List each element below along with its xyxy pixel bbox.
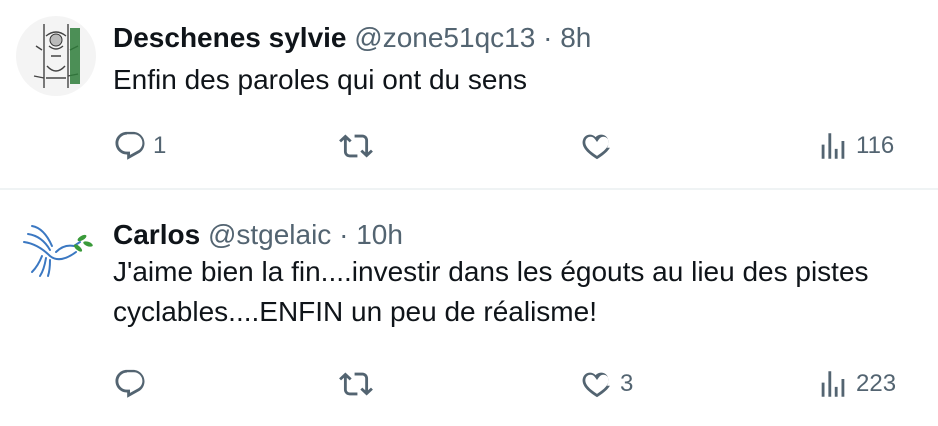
views-button[interactable]: 116 bbox=[816, 126, 894, 166]
tweet-time[interactable]: 10h bbox=[356, 219, 403, 250]
tweet-1[interactable]: Deschenes sylvie @zone51qc13 · 8h Enfin … bbox=[0, 0, 938, 188]
retweet-button[interactable] bbox=[339, 364, 379, 404]
like-icon bbox=[582, 134, 610, 160]
like-icon bbox=[582, 372, 610, 398]
avatar-carlos[interactable] bbox=[16, 208, 96, 288]
reply-icon bbox=[115, 131, 145, 160]
view-count: 223 bbox=[856, 370, 897, 397]
tweet-actions: 1 116 bbox=[113, 126, 913, 166]
reply-button[interactable] bbox=[113, 364, 153, 404]
views-button[interactable]: 223 bbox=[816, 364, 896, 404]
dove-icon bbox=[16, 208, 96, 288]
tweet-time[interactable]: 8h bbox=[560, 22, 591, 53]
view-count: 116 bbox=[856, 132, 895, 159]
tweet-text: J'aime bien la fin....investir dans les … bbox=[113, 256, 869, 327]
separator-dot: · bbox=[543, 22, 553, 53]
separator-dot: · bbox=[339, 219, 349, 250]
views-icon bbox=[821, 133, 845, 159]
avatar-deschenes[interactable] bbox=[16, 16, 96, 96]
tweet-2[interactable]: Carlos @stgelaic · 10h J'aime bien la fi… bbox=[0, 190, 938, 426]
retweet-icon bbox=[339, 134, 373, 158]
tweet-actions: 3 223 bbox=[113, 364, 913, 404]
author-handle[interactable]: @stgelaic bbox=[208, 219, 331, 250]
like-button[interactable] bbox=[580, 126, 620, 166]
reply-icon bbox=[115, 369, 145, 398]
tweet-text: Enfin des paroles qui ont du sens bbox=[113, 64, 528, 95]
retweet-icon bbox=[339, 372, 373, 396]
author-name[interactable]: Carlos bbox=[113, 219, 200, 250]
tweet-header: Carlos @stgelaic · 10h bbox=[113, 217, 403, 253]
reply-button[interactable]: 1 bbox=[113, 126, 166, 166]
views-icon bbox=[821, 371, 845, 397]
like-count: 3 bbox=[620, 370, 634, 397]
reply-count: 1 bbox=[153, 132, 167, 159]
retweet-button[interactable] bbox=[339, 126, 379, 166]
like-button[interactable]: 3 bbox=[580, 364, 633, 404]
tweet-header: Deschenes sylvie @zone51qc13 · 8h bbox=[113, 20, 591, 56]
author-name[interactable]: Deschenes sylvie bbox=[113, 22, 347, 53]
author-handle[interactable]: @zone51qc13 bbox=[354, 22, 535, 53]
